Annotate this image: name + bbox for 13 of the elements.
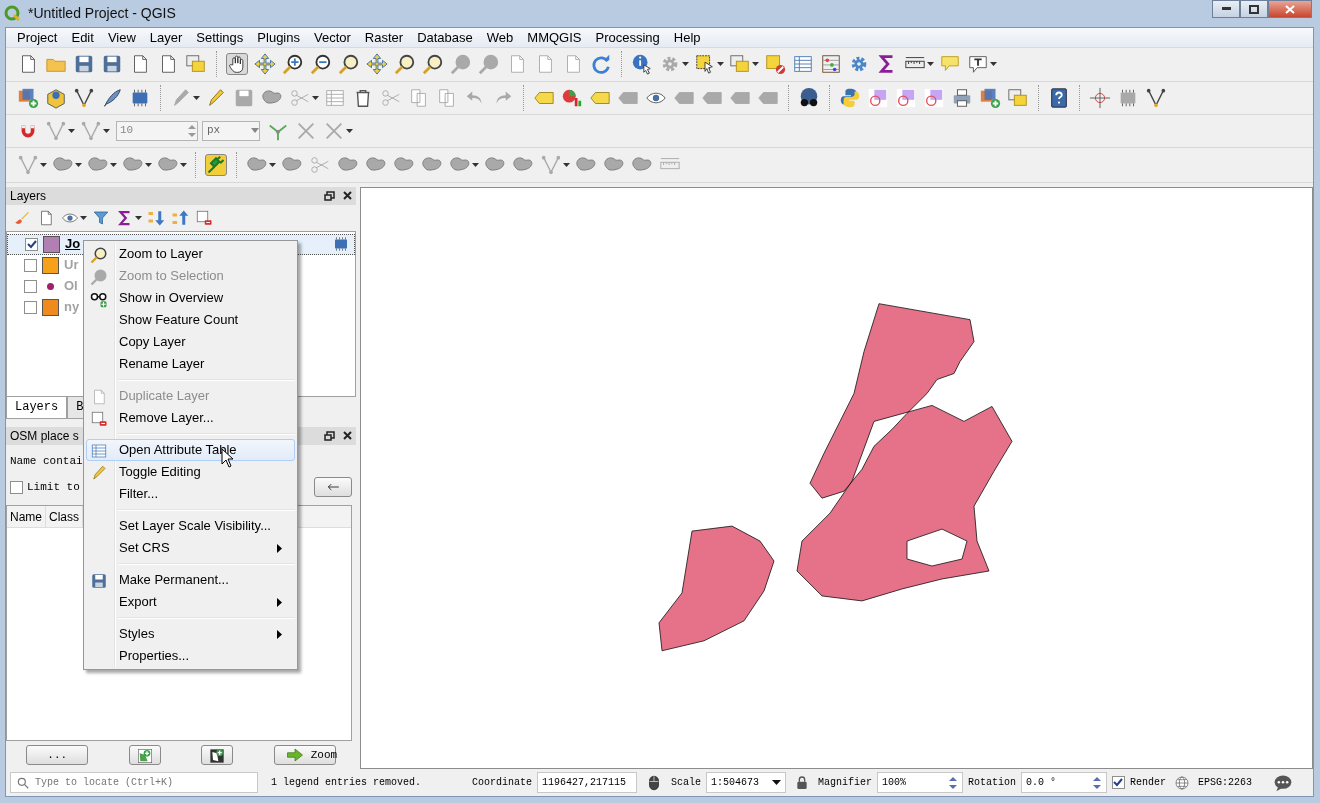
checkbox-label: Limit to <box>27 479 80 495</box>
layer-name: ny <box>64 298 80 317</box>
field-label: Name contai <box>10 453 83 469</box>
layer-name: Jo <box>65 235 81 254</box>
field-label: Coordinate <box>471 776 532 790</box>
layer-name: Ur <box>64 256 79 275</box>
layer-name: Ol <box>64 277 78 296</box>
field-label: Magnifier <box>817 776 872 790</box>
panel-title: OSM place s <box>10 427 80 445</box>
window-title: *Untitled Project - QGIS <box>28 3 177 23</box>
panel-title: Layers <box>10 187 48 205</box>
status-message: 1 legend entries removed. <box>271 776 422 790</box>
field-label: Scale <box>670 776 701 790</box>
